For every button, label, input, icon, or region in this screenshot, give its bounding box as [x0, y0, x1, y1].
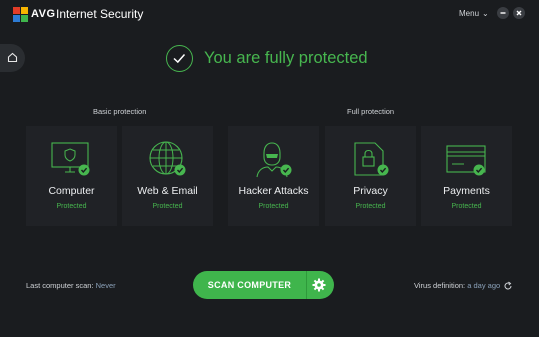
last-scan-label: Last computer scan:	[26, 281, 94, 290]
title-bar: AVG Internet Security Menu ⌄	[0, 0, 539, 30]
refresh-icon[interactable]	[503, 281, 513, 291]
protection-status: You are fully protected	[166, 45, 406, 75]
card-status: Protected	[355, 203, 386, 210]
card-status: Protected	[152, 203, 183, 210]
chevron-down-icon: ⌄	[482, 9, 489, 18]
check-icon	[173, 54, 186, 64]
card-status: Protected	[56, 203, 87, 210]
minimize-icon	[500, 12, 506, 14]
button-divider	[306, 271, 307, 299]
card-computer[interactable]: Computer Protected	[26, 126, 117, 226]
status-check-circle	[166, 45, 193, 72]
close-icon	[516, 10, 522, 16]
globe-icon	[149, 141, 186, 176]
minimize-button[interactable]	[497, 7, 509, 19]
card-web-email[interactable]: Web & Email Protected	[122, 126, 213, 226]
basic-protection-label: Basic protection	[93, 107, 147, 116]
card-privacy[interactable]: Privacy Protected	[325, 126, 416, 226]
virus-def-label: Virus definition:	[414, 281, 466, 290]
hacker-icon	[256, 142, 292, 178]
menu-label: Menu	[459, 9, 480, 18]
monitor-shield-icon	[51, 142, 90, 176]
scan-computer-button[interactable]: SCAN COMPUTER	[193, 271, 334, 299]
card-name: Computer	[48, 185, 95, 197]
full-protection-label: Full protection	[347, 107, 395, 116]
card-name: Hacker Attacks	[238, 185, 309, 197]
card-status: Protected	[258, 203, 289, 210]
card-name: Web & Email	[137, 185, 198, 197]
last-scan-value: Never	[95, 281, 116, 290]
app-title: Internet Security	[56, 7, 144, 21]
virus-definition-info: Virus definition: a day ago	[414, 281, 500, 290]
credit-card-icon	[446, 145, 486, 176]
virus-def-value: a day ago	[467, 281, 501, 290]
lock-document-icon	[354, 142, 389, 176]
card-name: Privacy	[353, 185, 388, 197]
home-tab[interactable]	[0, 44, 25, 72]
close-button[interactable]	[513, 7, 525, 19]
card-status: Protected	[451, 203, 482, 210]
menu-button[interactable]: Menu ⌄	[459, 9, 489, 18]
avg-logo-icon	[13, 7, 28, 22]
status-message: You are fully protected	[204, 49, 368, 67]
card-payments[interactable]: Payments Protected	[421, 126, 512, 226]
scan-button-label: SCAN COMPUTER	[207, 280, 292, 290]
last-scan-info: Last computer scan: Never	[26, 281, 116, 290]
brand-name: AVG	[31, 8, 56, 20]
gear-icon[interactable]	[311, 277, 327, 293]
home-icon	[7, 52, 18, 63]
card-name: Payments	[443, 185, 490, 197]
card-hacker-attacks[interactable]: Hacker Attacks Protected	[228, 126, 319, 226]
